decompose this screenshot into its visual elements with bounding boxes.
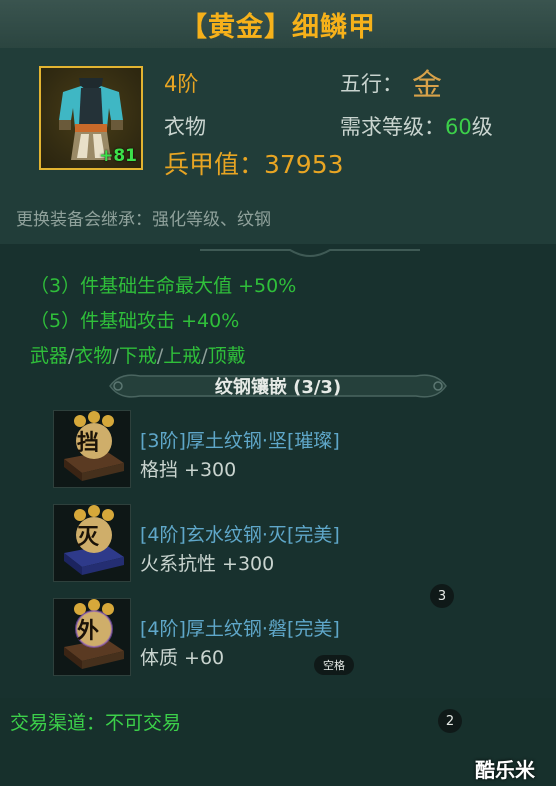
inherit-note: 更换装备会继承：强化等级、纹钢 bbox=[16, 210, 271, 230]
set-parts: 武器/衣物/下戒/上戒/顶戴 bbox=[30, 341, 246, 368]
gem-stat: 火系抗性 +300 bbox=[140, 553, 275, 575]
embed-header-label: 纹钢镶嵌 (3/3) bbox=[214, 377, 342, 398]
watermark: 酷乐米 bbox=[475, 758, 535, 782]
embed-header: 纹钢镶嵌 (3/3) bbox=[100, 368, 456, 404]
gem-stat: 格挡 +300 bbox=[140, 459, 237, 481]
trade-channel: 交易渠道：不可交易 bbox=[10, 712, 182, 734]
earth-gem-icon[interactable]: 外 bbox=[53, 598, 131, 676]
gem-glyph: 灭 bbox=[76, 524, 99, 550]
hint-badge: 3 bbox=[430, 584, 454, 608]
gem-name: [4阶]厚土纹钢·磐[完美] bbox=[140, 618, 340, 640]
gem-stat: 体质 +60 bbox=[140, 647, 225, 669]
set-part: 武器 bbox=[30, 345, 69, 367]
earth-gem-icon[interactable]: 挡 bbox=[53, 410, 131, 488]
divider-ornament bbox=[200, 249, 420, 257]
space-key-tag: 空格 bbox=[314, 655, 354, 675]
req-level-unit: 级 bbox=[471, 115, 493, 139]
set-bonus-line: （3）件基础生命最大值 +50% bbox=[30, 275, 297, 297]
gem-glyph: 外 bbox=[76, 618, 99, 644]
item-grade: 4阶 bbox=[164, 72, 199, 96]
gem-name: [4阶]玄水纹钢·灭[完美] bbox=[140, 524, 340, 546]
enhance-level: +81 bbox=[99, 146, 137, 166]
item-title: 【黄金】细鳞甲 bbox=[0, 0, 556, 49]
set-part: 下戒 bbox=[118, 345, 157, 367]
gem-glyph: 挡 bbox=[76, 430, 99, 456]
set-part: 上戒 bbox=[163, 345, 202, 367]
item-slot: 衣物 bbox=[164, 115, 206, 139]
element-label: 五行： bbox=[340, 72, 403, 96]
set-part: 衣物 bbox=[74, 345, 113, 367]
element-metal-icon: 金 bbox=[412, 68, 442, 103]
set-part: 顶戴 bbox=[207, 345, 246, 367]
req-level-value: 60 bbox=[445, 115, 472, 139]
req-label: 需求等级： bbox=[340, 115, 445, 139]
armor-icon: +81 bbox=[39, 66, 143, 170]
hint-badge: 2 bbox=[438, 709, 462, 733]
defense-value: 兵甲值：37953 bbox=[164, 150, 344, 179]
gem-name: [3阶]厚土纹钢·坚[璀璨] bbox=[140, 430, 340, 452]
set-bonus-line: （5）件基础攻击 +40% bbox=[30, 310, 240, 332]
water-gem-icon[interactable]: 灭 bbox=[53, 504, 131, 582]
required-level: 需求等级：60级 bbox=[340, 111, 493, 141]
